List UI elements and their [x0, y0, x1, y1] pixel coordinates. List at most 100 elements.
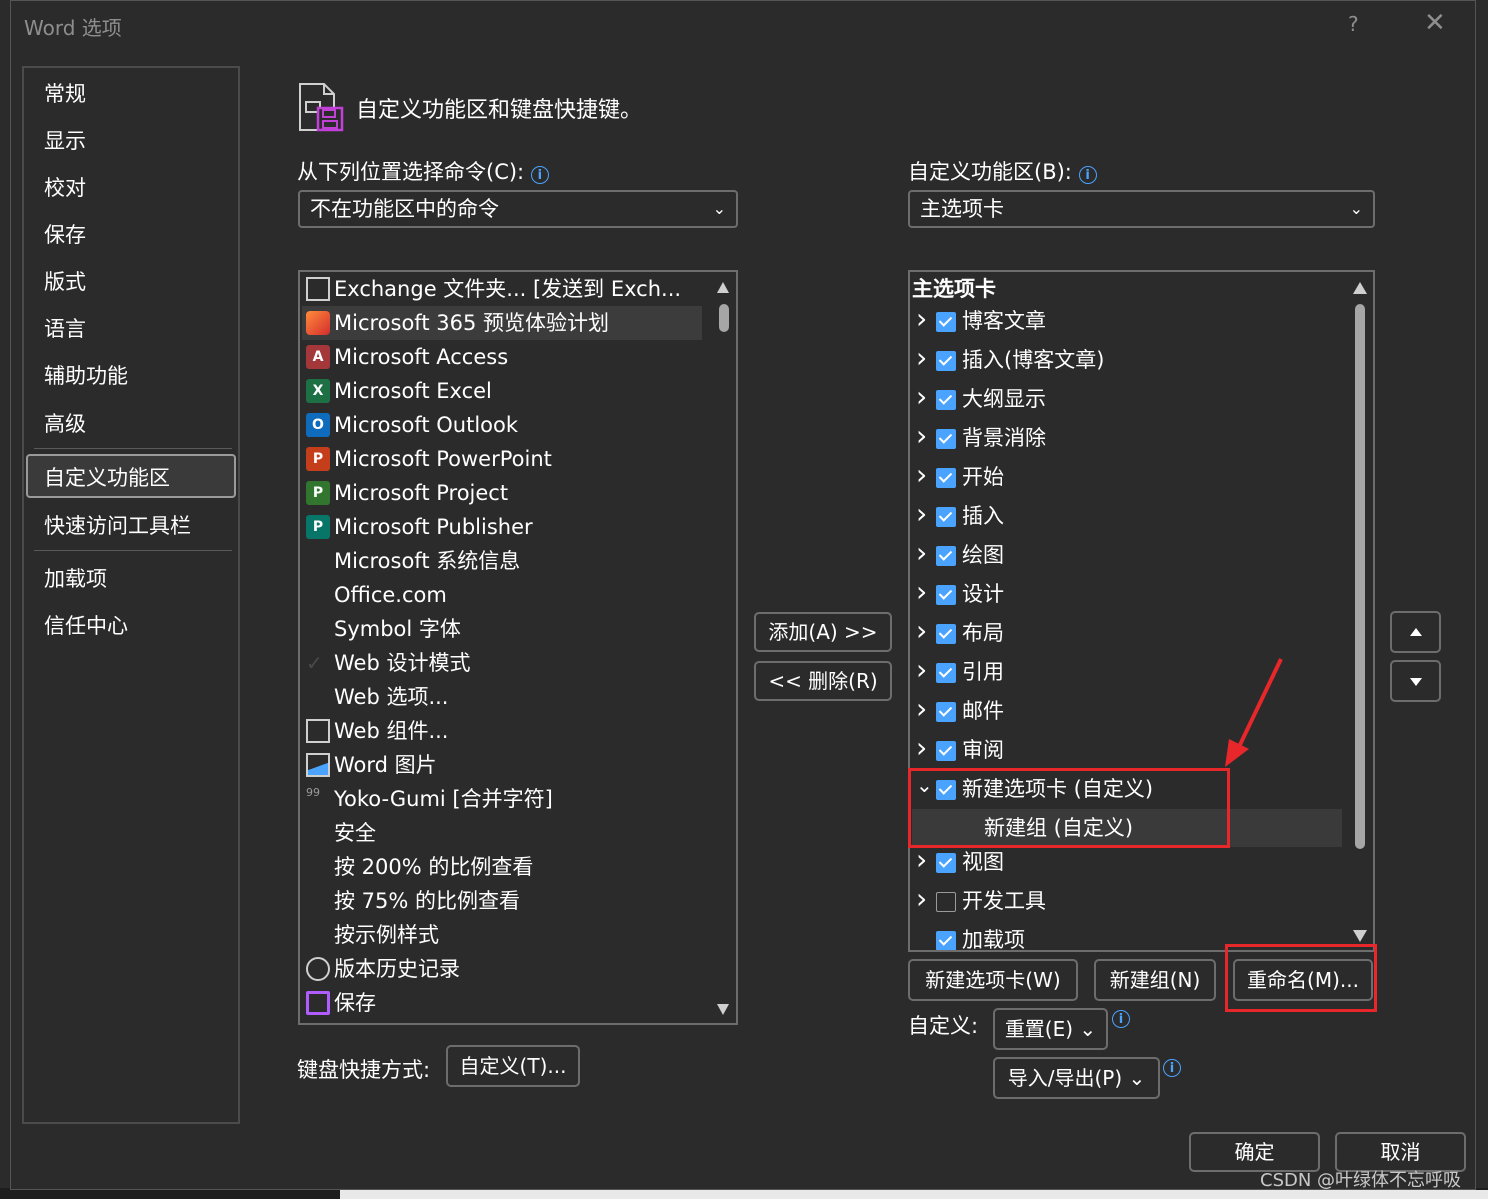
tab-checkbox[interactable] — [936, 507, 956, 527]
tab-checkbox[interactable] — [936, 468, 956, 488]
tab-checkbox[interactable] — [936, 390, 956, 410]
scroll-thumb[interactable] — [1355, 304, 1365, 849]
scroll-down-arrow-icon[interactable] — [1353, 930, 1367, 942]
command-item[interactable]: Office.com — [302, 578, 702, 612]
tab-checkbox[interactable] — [936, 853, 956, 873]
command-item[interactable]: Exchange 文件夹... [发送到 Exch... — [302, 272, 702, 306]
info-icon[interactable]: i — [1112, 1010, 1130, 1028]
nav-item-selected[interactable]: 自定义功能区 — [26, 454, 236, 498]
tab-checkbox[interactable] — [936, 429, 956, 449]
close-icon[interactable]: ✕ — [1424, 8, 1446, 38]
tree-tab-item[interactable]: › 布局 — [912, 614, 1352, 652]
command-item[interactable]: Symbol 字体 — [302, 612, 702, 646]
tree-tab-item[interactable]: › 插入(博客文章) — [912, 341, 1352, 379]
chevron-right-icon[interactable]: › — [916, 653, 932, 687]
command-item[interactable]: P Microsoft PowerPoint — [302, 442, 702, 476]
tree-tab-item[interactable]: › 开始 — [912, 458, 1352, 496]
command-item[interactable]: O Microsoft Outlook — [302, 408, 702, 442]
command-item[interactable]: P Microsoft Publisher — [302, 510, 702, 544]
tree-tab-item[interactable]: › 绘图 — [912, 536, 1352, 574]
nav-item-7[interactable]: 高级 — [44, 408, 86, 438]
nav-item-1[interactable]: 显示 — [44, 125, 86, 155]
scroll-up-arrow-icon[interactable] — [717, 282, 729, 293]
tab-checkbox[interactable] — [936, 931, 956, 950]
add-button[interactable]: 添加(A) >> — [754, 612, 892, 652]
move-up-button[interactable] — [1390, 611, 1441, 653]
tree-tab-item[interactable]: › 大纲显示 — [912, 380, 1352, 418]
tab-checkbox[interactable] — [936, 624, 956, 644]
chevron-right-icon[interactable]: › — [916, 843, 932, 877]
info-icon[interactable]: i — [530, 166, 549, 184]
command-item[interactable]: A Microsoft Access — [302, 340, 702, 374]
tab-checkbox[interactable] — [936, 892, 956, 912]
ribbon-tabs-select[interactable]: 主选项卡 ⌄ — [908, 190, 1375, 228]
chevron-right-icon[interactable]: › — [916, 536, 932, 570]
tab-checkbox[interactable] — [936, 351, 956, 371]
command-item[interactable]: Microsoft 系统信息 — [302, 544, 702, 578]
scroll-down-arrow-icon[interactable] — [717, 1004, 729, 1015]
nav-item-2[interactable]: 校对 — [44, 172, 86, 202]
tab-checkbox[interactable] — [936, 741, 956, 761]
tree-tab-item[interactable]: › 设计 — [912, 575, 1352, 613]
chevron-right-icon[interactable]: › — [916, 614, 932, 648]
chevron-right-icon[interactable]: › — [916, 341, 932, 375]
command-item[interactable]: X Microsoft Excel — [302, 374, 702, 408]
command-item[interactable]: Microsoft 365 预览体验计划 — [302, 306, 702, 340]
tree-tab-item[interactable]: › 博客文章 — [912, 302, 1352, 340]
scroll-up-arrow-icon[interactable] — [1353, 282, 1367, 294]
chevron-right-icon[interactable]: › — [916, 458, 932, 492]
nav-item-0[interactable]: 常规 — [44, 78, 86, 108]
command-item[interactable]: 版本历史记录 — [302, 952, 702, 986]
chevron-right-icon[interactable]: › — [916, 419, 932, 453]
new-group-button[interactable]: 新建组(N) — [1094, 959, 1216, 1001]
ribbon-tree[interactable]: 主选项卡 › 博客文章 › 插入(博客文章) › 大纲显示 › 背景消除 › 开始 › 插入 › 绘图 › 设… — [908, 270, 1375, 952]
new-tab-button[interactable]: 新建选项卡(W) — [908, 959, 1078, 1001]
command-item[interactable]: Word 图片 — [302, 748, 702, 782]
command-item[interactable]: Web 选项... — [302, 680, 702, 714]
ribbon-scrollbar[interactable] — [1350, 272, 1368, 950]
customize-keyboard-button[interactable]: 自定义(T)... — [446, 1045, 580, 1087]
nav-item-6[interactable]: 辅助功能 — [44, 360, 128, 390]
tab-checkbox[interactable] — [936, 702, 956, 722]
move-down-button[interactable] — [1390, 660, 1441, 702]
help-icon[interactable]: ? — [1348, 12, 1359, 36]
import-export-button[interactable]: 导入/导出(P) ⌄ — [993, 1057, 1160, 1099]
chevron-right-icon[interactable]: › — [916, 302, 932, 336]
nav-item-trust-center[interactable]: 信任中心 — [44, 610, 128, 640]
scroll-thumb[interactable] — [719, 304, 729, 332]
chevron-right-icon[interactable]: › — [916, 380, 932, 414]
command-item[interactable]: Web 组件... — [302, 714, 702, 748]
chevron-right-icon[interactable]: › — [916, 497, 932, 531]
reset-button[interactable]: 重置(E) ⌄ — [993, 1008, 1108, 1050]
tree-tab-item[interactable]: › 开发工具 — [912, 882, 1352, 920]
tree-tab-item[interactable]: › 视图 — [912, 843, 1352, 881]
tab-checkbox[interactable] — [936, 585, 956, 605]
commands-source-select[interactable]: 不在功能区中的命令 ⌄ — [298, 190, 738, 228]
chevron-right-icon[interactable]: › — [916, 882, 932, 916]
command-item[interactable]: 按 75% 的比例查看 — [302, 884, 702, 918]
tab-checkbox[interactable] — [936, 546, 956, 566]
chevron-right-icon[interactable]: › — [916, 731, 932, 765]
remove-button[interactable]: << 删除(R) — [754, 661, 892, 701]
info-icon[interactable]: i — [1078, 166, 1097, 184]
command-item[interactable]: 保存 — [302, 986, 702, 1020]
tree-tab-item[interactable]: › 插入 — [912, 497, 1352, 535]
chevron-right-icon[interactable]: › — [916, 575, 932, 609]
command-item[interactable]: ✓ Web 设计模式 — [302, 646, 702, 680]
tab-checkbox[interactable] — [936, 663, 956, 683]
tab-checkbox[interactable] — [936, 312, 956, 332]
nav-item-5[interactable]: 语言 — [44, 313, 86, 343]
command-item[interactable]: P Microsoft Project — [302, 476, 702, 510]
command-item[interactable]: 安全 — [302, 816, 702, 850]
commands-scrollbar[interactable] — [714, 272, 732, 1023]
nav-item-quick-access[interactable]: 快速访问工具栏 — [44, 510, 191, 540]
nav-item-4[interactable]: 版式 — [44, 266, 86, 296]
nav-item-3[interactable]: 保存 — [44, 219, 86, 249]
nav-item-addins[interactable]: 加载项 — [44, 563, 107, 593]
commands-list[interactable]: Exchange 文件夹... [发送到 Exch... Microsoft 36… — [298, 270, 738, 1025]
chevron-right-icon[interactable]: › — [916, 692, 932, 726]
tree-tab-item[interactable]: › 背景消除 — [912, 419, 1352, 457]
command-item[interactable]: 按 200% 的比例查看 — [302, 850, 702, 884]
command-item[interactable]: 99 Yoko-Gumi [合并字符] — [302, 782, 702, 816]
command-item[interactable]: 按示例样式 — [302, 918, 702, 952]
